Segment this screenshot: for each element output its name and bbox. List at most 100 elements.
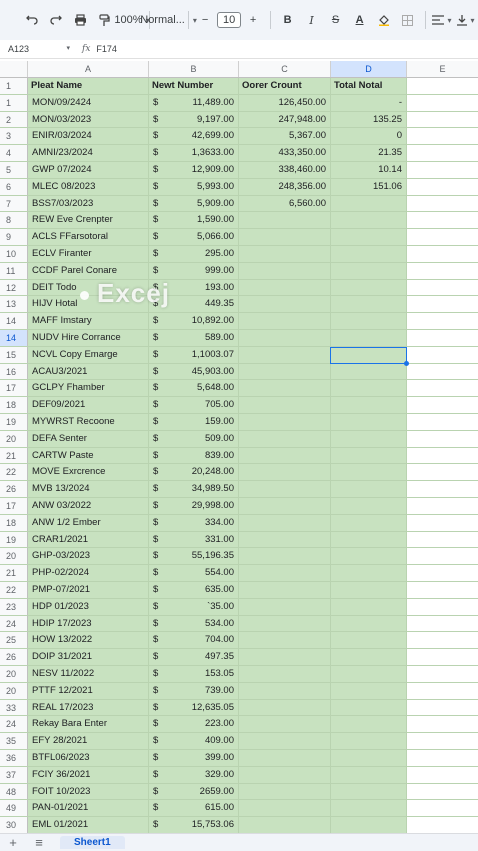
cell-a[interactable]: ACLS FFarsotoral [28,229,149,245]
cell-d[interactable]: 0 [331,128,407,144]
cell-d[interactable] [331,767,407,783]
cell-c[interactable] [239,515,331,531]
cell-a[interactable]: DEFA Senter [28,431,149,447]
cell-a[interactable]: MAFF Imstary [28,313,149,329]
cell-b[interactable]: $839.00 [149,448,239,464]
cell-a[interactable]: MON/09/2424 [28,95,149,111]
cell-e[interactable] [407,364,478,380]
cell-b[interactable]: $615.00 [149,800,239,816]
cell-a[interactable]: BSS7/03/2023 [28,196,149,212]
cell-c[interactable] [239,347,331,363]
cell-b[interactable]: $`35.00 [149,599,239,615]
cell-e[interactable] [407,565,478,581]
cell-e[interactable] [407,330,478,346]
header-cell-b[interactable]: Newt Number [149,78,239,94]
row-number[interactable]: 4 [0,145,28,161]
font-size-decrease-button[interactable]: − [193,8,217,32]
cell-e[interactable] [407,632,478,648]
cell-a[interactable]: CARTW Paste [28,448,149,464]
row-number[interactable]: 21 [0,565,28,581]
cell-d[interactable] [331,280,407,296]
cell-d[interactable] [331,582,407,598]
cell-c[interactable] [239,548,331,564]
cell-b[interactable]: $34,989.50 [149,481,239,497]
cell-c[interactable]: 6,560.00 [239,196,331,212]
cell-c[interactable] [239,733,331,749]
cell-e[interactable] [407,800,478,816]
add-sheet-icon[interactable]: + [0,835,26,850]
cell-e[interactable] [407,229,478,245]
row-number[interactable]: 14 [0,330,28,346]
cell-e[interactable] [407,683,478,699]
cell-e[interactable] [407,481,478,497]
cell-d[interactable] [331,246,407,262]
cell-a[interactable]: GCLPY Fhamber [28,380,149,396]
cell-e[interactable] [407,296,478,312]
cell-b[interactable]: $45,903.00 [149,364,239,380]
cell-d[interactable] [331,380,407,396]
bold-icon[interactable]: B [276,8,300,32]
cell-a[interactable]: HDP 01/2023 [28,599,149,615]
cell-c[interactable] [239,800,331,816]
cell-c[interactable] [239,212,331,228]
cell-d[interactable] [331,532,407,548]
cell-c[interactable] [239,616,331,632]
cell-b[interactable]: $5,066.00 [149,229,239,245]
cell-d[interactable] [331,347,407,363]
cell-e[interactable] [407,397,478,413]
row-number[interactable]: 11 [0,263,28,279]
cell-b[interactable]: $12,635.05 [149,700,239,716]
cell-b[interactable]: $9,197.00 [149,112,239,128]
cell-a[interactable]: ANW 03/2022 [28,498,149,514]
style-select[interactable]: Normal... ▾ [154,8,182,32]
cell-e[interactable] [407,347,478,363]
cell-d[interactable] [331,750,407,766]
cell-c[interactable] [239,397,331,413]
cell-a[interactable]: CRAR1/2021 [28,532,149,548]
cell-d[interactable] [331,481,407,497]
row-number[interactable]: 20 [0,548,28,564]
italic-icon[interactable]: I [300,8,324,32]
cell-c[interactable] [239,817,331,833]
cell-c[interactable]: 5,367.00 [239,128,331,144]
cell-a[interactable]: EFY 28/2021 [28,733,149,749]
cell-e[interactable] [407,716,478,732]
cell-a[interactable]: FCIY 36/2021 [28,767,149,783]
cell-d[interactable] [331,515,407,531]
cell-b[interactable]: $589.00 [149,330,239,346]
align-icon[interactable]: ▾ [430,8,454,32]
column-header-c[interactable]: C [239,61,331,77]
row-number[interactable]: 33 [0,700,28,716]
select-all-corner[interactable] [0,61,28,77]
cell-c[interactable] [239,750,331,766]
cell-c[interactable] [239,431,331,447]
row-number[interactable]: 24 [0,616,28,632]
cell-c[interactable] [239,464,331,480]
cell-d[interactable] [331,683,407,699]
cell-c[interactable] [239,700,331,716]
cell-b[interactable]: $5,993.00 [149,179,239,195]
cell-c[interactable] [239,649,331,665]
cell-c[interactable]: 433,350.00 [239,145,331,161]
cell-d[interactable] [331,548,407,564]
row-number[interactable]: 19 [0,532,28,548]
cell-b[interactable]: $334.00 [149,515,239,531]
cell-c[interactable] [239,263,331,279]
cell-d[interactable] [331,397,407,413]
cell-b[interactable]: $704.00 [149,632,239,648]
cell-d[interactable]: 135.25 [331,112,407,128]
cell-b[interactable]: $534.00 [149,616,239,632]
row-number[interactable]: 13 [0,296,28,312]
cell-c[interactable] [239,414,331,430]
cell-d[interactable] [331,733,407,749]
row-number[interactable]: 20 [0,431,28,447]
cell-a[interactable]: REW Eve Crenpter [28,212,149,228]
cell-b[interactable]: $5,648.00 [149,380,239,396]
cell-d[interactable]: - [331,95,407,111]
cell-b[interactable]: $331.00 [149,532,239,548]
text-color-icon[interactable]: A [348,8,372,32]
row-number[interactable]: 36 [0,750,28,766]
row-number[interactable]: 22 [0,582,28,598]
fill-handle[interactable] [404,361,409,366]
cell-d[interactable] [331,716,407,732]
